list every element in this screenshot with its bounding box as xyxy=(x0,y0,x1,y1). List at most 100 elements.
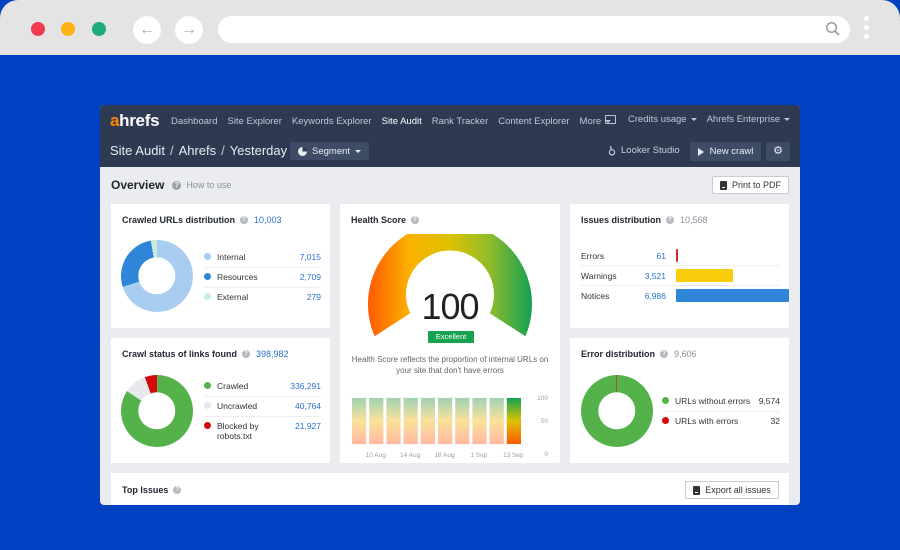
nav-content-explorer[interactable]: Content Explorer xyxy=(498,116,569,127)
health-score-card: Health Score ? 100 Excellent Health Scor… xyxy=(340,204,560,463)
top-issues-card: Top Issues ? Export all issues xyxy=(111,473,789,505)
crawl-status-total[interactable]: 398,982 xyxy=(256,349,289,359)
legend-swatch xyxy=(204,273,211,280)
history-bar[interactable] xyxy=(352,398,367,444)
help-icon[interactable]: ? xyxy=(411,216,420,224)
legend-row[interactable]: Blocked by robots.txt 21,927 xyxy=(204,417,321,447)
warnings-bar xyxy=(676,269,733,282)
crawled-urls-donut[interactable] xyxy=(121,240,193,312)
history-bar[interactable] xyxy=(386,398,401,444)
help-icon[interactable]: ? xyxy=(173,486,182,494)
maximize-window-dot[interactable] xyxy=(92,22,106,36)
legend-swatch xyxy=(204,293,211,300)
legend-swatch xyxy=(662,397,669,404)
arrow-left-icon: ← xyxy=(139,21,155,38)
card-title: Top Issues xyxy=(122,485,169,495)
error-distribution-donut[interactable] xyxy=(581,375,653,447)
y-tick-label: 0 xyxy=(544,451,548,458)
health-score-value: 100 xyxy=(421,286,479,327)
search-icon[interactable] xyxy=(824,20,842,38)
legend-row[interactable]: URLs without errors 9,574 xyxy=(662,392,780,412)
crawl-status-card: Crawl status of links found ? 398,982 Cr… xyxy=(111,338,330,463)
history-bar[interactable] xyxy=(455,398,470,444)
close-window-dot[interactable] xyxy=(31,22,45,36)
legend-swatch xyxy=(662,417,669,424)
card-title: Health Score xyxy=(351,215,407,225)
legend-row[interactable]: External 279 xyxy=(204,288,321,308)
segment-button[interactable]: Segment xyxy=(290,142,370,160)
card-title: Crawled URLs distribution xyxy=(122,215,236,225)
card-title: Issues distribution xyxy=(581,215,662,225)
settings-button[interactable]: ⚙ xyxy=(766,142,790,161)
x-tick-label: 10 Aug xyxy=(366,452,387,459)
history-bar[interactable] xyxy=(438,398,453,444)
how-to-use-link[interactable]: How to use xyxy=(186,180,231,190)
help-icon[interactable]: ? xyxy=(660,350,668,358)
back-button[interactable]: ← xyxy=(133,16,161,44)
legend-row[interactable]: Crawled 336,291 xyxy=(204,377,321,397)
help-icon[interactable]: ? xyxy=(172,180,182,190)
nav-site-audit[interactable]: Site Audit xyxy=(382,116,422,127)
legend-row[interactable]: Uncrawled 40,764 xyxy=(204,397,321,417)
nav-site-explorer[interactable]: Site Explorer xyxy=(227,116,281,127)
minimize-window-dot[interactable] xyxy=(61,22,75,36)
crawled-urls-total[interactable]: 10,003 xyxy=(254,215,282,225)
top-navigation: ahrefs Dashboard Site Explorer Keywords … xyxy=(100,105,800,167)
history-bar[interactable] xyxy=(489,398,504,444)
looker-studio-icon xyxy=(608,145,616,156)
issues-row-warnings[interactable]: Warnings 3,521 xyxy=(581,266,779,286)
export-all-issues-button[interactable]: Export all issues xyxy=(685,481,779,499)
account-dropdown[interactable]: Ahrefs Enterprise xyxy=(707,114,790,125)
legend-swatch xyxy=(204,422,211,429)
arrow-right-icon: → xyxy=(181,21,197,38)
breadcrumb-project[interactable]: Ahrefs xyxy=(179,143,217,158)
crawled-urls-card: Crawled URLs distribution ? 10,003 Inter… xyxy=(111,204,330,328)
print-to-pdf-button[interactable]: Print to PDF xyxy=(712,176,789,194)
card-title: Error distribution xyxy=(581,349,655,359)
ahrefs-app-window: ahrefs Dashboard Site Explorer Keywords … xyxy=(100,105,800,505)
nav-dashboard[interactable]: Dashboard xyxy=(171,116,217,127)
history-bar[interactable] xyxy=(420,398,435,444)
chevron-down-icon xyxy=(690,117,697,121)
y-tick-label: 50 xyxy=(541,418,549,425)
monitor-icon[interactable] xyxy=(604,115,616,124)
history-bar[interactable] xyxy=(403,398,418,444)
nav-rank-tracker[interactable]: Rank Tracker xyxy=(432,116,489,127)
crawl-date-dropdown[interactable]: Yesterday xyxy=(230,143,298,158)
chevron-down-icon xyxy=(784,117,790,121)
history-bar[interactable] xyxy=(506,398,521,444)
help-icon[interactable]: ? xyxy=(242,350,251,358)
help-icon[interactable]: ? xyxy=(240,216,249,224)
crawl-status-donut[interactable] xyxy=(121,375,193,447)
notices-bar xyxy=(676,289,789,302)
error-distribution-legend: URLs without errors 9,574 URLs with error… xyxy=(662,392,780,432)
error-distribution-card: Error distribution ? 9,606 URLs without … xyxy=(570,338,789,463)
looker-studio-link[interactable]: Looker Studio xyxy=(608,145,680,156)
chevron-down-icon xyxy=(355,149,362,153)
forward-button[interactable]: → xyxy=(175,16,203,44)
issues-row-notices[interactable]: Notices 6,986 xyxy=(581,286,789,306)
new-crawl-button[interactable]: New crawl xyxy=(690,142,761,161)
legend-row[interactable]: Resources 2,709 xyxy=(204,268,321,288)
x-tick-label: 1 Sep xyxy=(470,452,487,459)
overview-header: Overview ? How to use xyxy=(111,178,231,192)
pie-chart-icon xyxy=(298,146,307,156)
credits-usage-dropdown[interactable]: Credits usage xyxy=(628,114,697,125)
nav-keywords-explorer[interactable]: Keywords Explorer xyxy=(292,116,372,127)
errors-bar xyxy=(676,249,678,262)
breadcrumb: Site Audit / Ahrefs / Yesterday xyxy=(110,143,298,158)
gear-icon: ⚙ xyxy=(773,145,783,157)
help-icon[interactable]: ? xyxy=(666,216,675,224)
card-title: Crawl status of links found xyxy=(122,349,238,359)
kebab-menu-icon[interactable] xyxy=(862,16,870,44)
ahrefs-logo[interactable]: ahrefs xyxy=(110,111,160,131)
breadcrumb-site-audit[interactable]: Site Audit xyxy=(110,143,165,158)
issues-row-errors[interactable]: Errors 61 xyxy=(581,246,779,266)
legend-swatch xyxy=(204,402,211,409)
legend-row[interactable]: URLs with errors 32 xyxy=(662,412,780,432)
history-bar[interactable] xyxy=(369,398,384,444)
history-bar[interactable] xyxy=(472,398,487,444)
main-menu: Dashboard Site Explorer Keywords Explore… xyxy=(171,116,621,127)
legend-row[interactable]: Internal 7,015 xyxy=(204,248,321,268)
address-bar[interactable] xyxy=(218,16,850,43)
